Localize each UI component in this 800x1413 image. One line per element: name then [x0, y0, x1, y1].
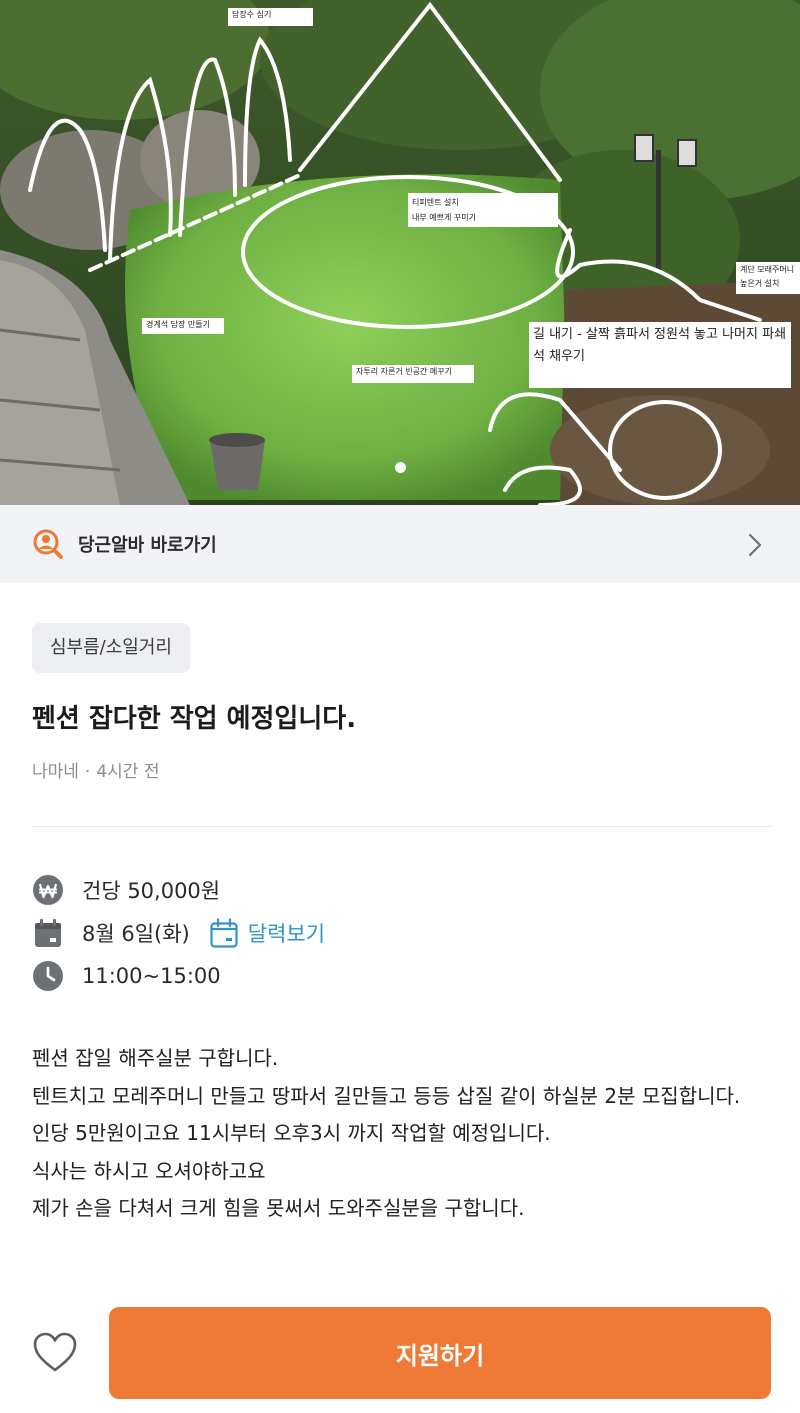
note-fill-gaps: 자투리 자른거 빈공간 메꾸기 — [352, 365, 474, 383]
calendar-outline-icon — [210, 918, 238, 948]
hours-text: 11:00~15:00 — [82, 964, 221, 988]
note-stone-wall: 경계석 담장 만들기 — [142, 318, 224, 334]
description-line: 텐트치고 모레주머니 만들고 땅파서 길만들고 등등 삽질 같이 하실분 2분 … — [32, 1083, 741, 1108]
carousel-indicator-dot[interactable] — [395, 462, 406, 473]
author-name[interactable]: 나마네 — [32, 762, 79, 782]
chevron-right-icon — [748, 533, 762, 557]
note-stairs-sandbags: 계단 모래주머니 높은거 설치 — [736, 262, 800, 294]
view-calendar-link[interactable]: 달력보기 — [208, 917, 325, 949]
listing-photo[interactable]: 담장수 심기 티피텐트 설치 내부 예쁘게 꾸미기 경계석 담장 만들기 자투리… — [0, 0, 800, 505]
calendar-icon — [35, 919, 61, 947]
post-title: 펜션 잡다한 작업 예정입니다. — [32, 704, 357, 734]
description-line: 인당 5만원이고요 11시부터 오후3시 까지 작업할 예정입니다. — [32, 1121, 551, 1146]
won-icon — [33, 875, 63, 905]
date-text: 8월 6일(화) — [82, 922, 190, 946]
post-description: 펜션 잡일 해주실분 구합니다. 텐트치고 모레주머니 만들고 땅파서 길만들고… — [32, 1040, 777, 1228]
shortcut-label: 당근알바 바로가기 — [78, 535, 217, 556]
category-tag[interactable]: 심부름/소일거리 — [32, 623, 190, 673]
description-line: 식사는 하시고 오셔야하고요 — [32, 1158, 266, 1183]
search-person-icon — [33, 529, 63, 559]
post-time: 4시간 전 — [96, 762, 160, 782]
garden-photo-image — [0, 0, 800, 505]
note-tree-planting: 담장수 심기 — [228, 8, 313, 26]
daangn-alba-shortcut[interactable]: 당근알바 바로가기 — [0, 505, 800, 583]
note-tipi-tent: 티피텐트 설치 내부 예쁘게 꾸미기 — [408, 193, 558, 227]
note-make-path: 길 내기 - 살짝 흙파서 정원석 놓고 나머지 파쇄석 채우기 — [529, 322, 791, 388]
description-line: 펜션 잡일 해주실분 구합니다. — [32, 1046, 279, 1070]
note-stairs-line2: 높은거 설치 — [740, 279, 780, 288]
clock-icon — [33, 961, 63, 991]
meta-separator: · — [84, 762, 91, 782]
note-tent-line2: 내부 예쁘게 꾸미기 — [412, 213, 476, 222]
divider — [32, 826, 772, 827]
hours-row: 11:00~15:00 — [32, 959, 221, 993]
note-tent-line1: 티피텐트 설치 — [412, 198, 459, 207]
description-line: 제가 손을 다쳐서 크게 힘을 못써서 도와주실분을 구합니다. — [32, 1196, 525, 1221]
date-row: 8월 6일(화) 달력보기 — [32, 916, 325, 950]
apply-button[interactable]: 지원하기 — [109, 1307, 771, 1399]
pay-text: 건당 50,000원 — [82, 879, 221, 903]
note-stairs-line1: 계단 모래주머니 — [740, 265, 795, 274]
heart-icon[interactable] — [32, 1330, 78, 1376]
pay-row: 건당 50,000원 — [32, 873, 220, 907]
view-calendar-label: 달력보기 — [247, 922, 326, 946]
post-meta: 나마네 · 4시간 전 — [32, 757, 159, 782]
